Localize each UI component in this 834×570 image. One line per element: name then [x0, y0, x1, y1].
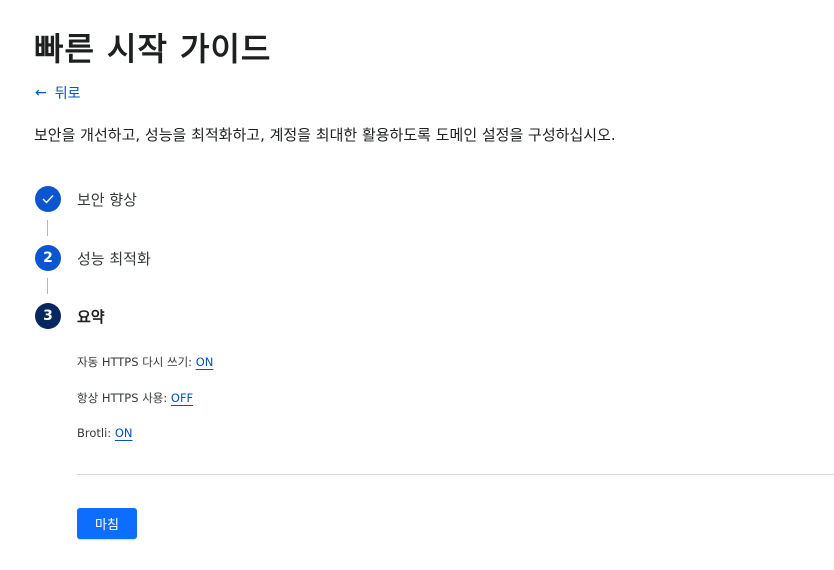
step-performance: 2 성능 최적화: [35, 245, 151, 271]
arrow-left-icon: ←: [35, 85, 47, 101]
summary-item-always-use-https: 항상 HTTPS 사용: OFF: [77, 390, 193, 406]
step-summary: 3 요약: [35, 303, 105, 329]
summary-label: Brotli:: [77, 426, 112, 440]
step-label: 성능 최적화: [77, 249, 151, 268]
summary-item-brotli: Brotli: ON: [77, 426, 133, 440]
summary-value-link[interactable]: ON: [115, 426, 133, 440]
step-security: 보안 향상: [35, 186, 137, 212]
quick-start-guide-page: 빠른 시작 가이드 ← 뒤로 보안을 개선하고, 성능을 최적화하고, 계정을 …: [0, 0, 834, 570]
summary-value-link[interactable]: OFF: [171, 391, 193, 405]
page-title: 빠른 시작 가이드: [34, 30, 272, 68]
step-connector: [47, 278, 48, 294]
page-description: 보안을 개선하고, 성능을 최적화하고, 계정을 최대한 활용하도록 도메인 설…: [34, 126, 616, 144]
divider: [77, 474, 834, 475]
step-number-badge: 2: [35, 245, 61, 271]
checkmark-icon: [35, 186, 61, 212]
step-label: 요약: [77, 307, 105, 326]
step-label: 보안 향상: [77, 190, 137, 209]
summary-label: 항상 HTTPS 사용:: [77, 391, 168, 405]
step-connector: [47, 220, 48, 236]
finish-button[interactable]: 마침: [77, 508, 137, 539]
summary-item-auto-https-rewrites: 자동 HTTPS 다시 쓰기: ON: [77, 354, 213, 370]
step-number-badge: 3: [35, 303, 61, 329]
back-link-label: 뒤로: [54, 86, 81, 102]
back-link[interactable]: ← 뒤로: [35, 83, 81, 103]
summary-value-link[interactable]: ON: [196, 355, 214, 369]
summary-label: 자동 HTTPS 다시 쓰기:: [77, 355, 193, 369]
